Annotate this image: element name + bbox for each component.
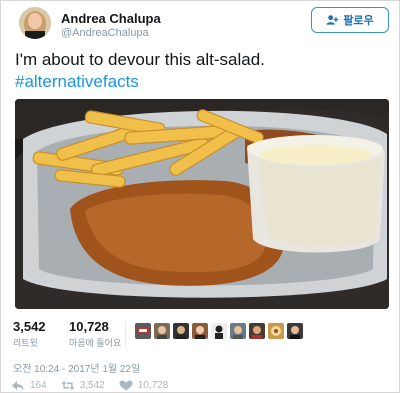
liker-avatar-4[interactable] <box>192 323 208 339</box>
tweet-timestamp[interactable]: 오전 10:24 - 2017년 1월 22일 <box>13 360 140 375</box>
tweet-header: Andrea Chalupa @AndreaChalupa 팔로우 <box>13 7 389 41</box>
author-handle[interactable]: @AndreaChalupa <box>61 27 149 39</box>
tweet-photo[interactable] <box>15 99 389 309</box>
liker-avatar-9[interactable] <box>287 323 303 339</box>
liker-avatar-5[interactable] <box>211 323 227 339</box>
tweet-card: Andrea Chalupa @AndreaChalupa 팔로우 I'm ab… <box>0 0 400 393</box>
likes-stat[interactable]: 10,728 마음에 들어요 <box>69 319 121 349</box>
stats-divider <box>125 321 126 347</box>
liker-avatars <box>135 323 303 339</box>
follow-button-label: 팔로우 <box>343 15 374 27</box>
add-person-icon <box>326 15 339 25</box>
food-photo <box>15 99 389 309</box>
like-action-count: 10,728 <box>137 379 169 391</box>
author-name[interactable]: Andrea Chalupa <box>61 11 161 26</box>
liker-avatar-6[interactable] <box>230 323 246 339</box>
retweet-count: 3,542 <box>13 319 46 334</box>
tweet-actions: 164 3,542 10,728 <box>11 378 391 392</box>
reply-icon <box>12 380 24 390</box>
tweet-text-block: I'm about to devour this alt-salad. #alt… <box>15 49 387 93</box>
tweet-text: I'm about to devour this alt-salad. <box>15 50 265 69</box>
liker-avatar-2[interactable] <box>154 323 170 339</box>
retweet-button[interactable]: 3,542 <box>61 380 105 391</box>
engagement-stats: 3,542 리트윗 10,728 마음에 들어요 <box>13 319 389 355</box>
reply-count: 164 <box>30 379 47 391</box>
likes-count: 10,728 <box>69 319 109 334</box>
follow-button[interactable]: 팔로우 <box>311 7 389 33</box>
retweet-label: 리트윗 <box>13 338 38 348</box>
liker-avatar-7[interactable] <box>249 323 265 339</box>
liker-avatar-8[interactable] <box>268 323 284 339</box>
reply-button[interactable]: 164 <box>11 380 47 391</box>
liker-avatar-1[interactable] <box>135 323 151 339</box>
retweet-icon <box>61 380 75 390</box>
like-button[interactable]: 10,728 <box>119 379 169 391</box>
retweet-stat[interactable]: 3,542 리트윗 <box>13 319 46 349</box>
likes-label: 마음에 들어요 <box>69 338 122 348</box>
liker-avatar-3[interactable] <box>173 323 189 339</box>
heart-icon <box>119 380 133 390</box>
avatar[interactable] <box>19 7 51 39</box>
hashtag-link[interactable]: #alternativefacts <box>15 71 387 93</box>
retweet-action-count: 3,542 <box>79 379 105 391</box>
